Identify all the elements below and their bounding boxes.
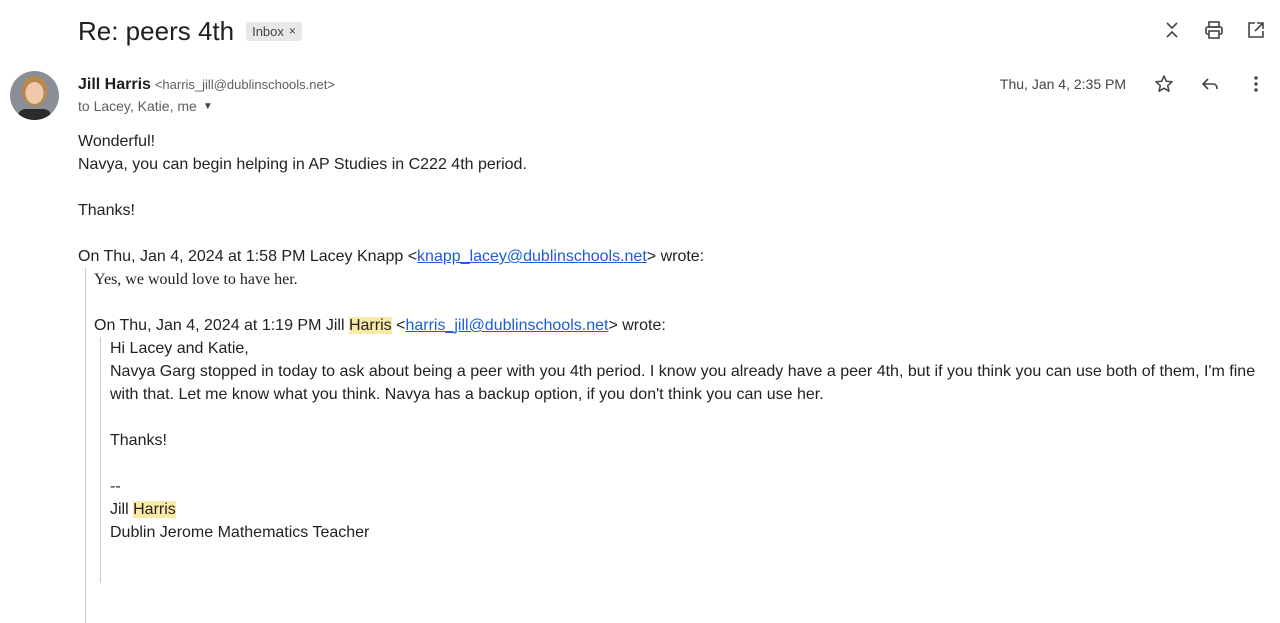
- signature-dash: --: [110, 478, 121, 495]
- more-options-icon[interactable]: [1244, 72, 1268, 96]
- quote-email-link[interactable]: harris_jill@dublinschools.net: [405, 317, 608, 334]
- signature-first: Jill: [110, 501, 134, 518]
- quote-header-text: > wrote:: [646, 248, 705, 265]
- body-line: Wonderful!: [78, 133, 156, 150]
- search-highlight: Harris: [133, 501, 176, 518]
- email-subject: Re: peers 4th: [78, 16, 235, 46]
- inbox-label-chip[interactable]: Inbox ×: [246, 21, 302, 41]
- open-new-window-icon[interactable]: [1244, 18, 1268, 42]
- sender-name[interactable]: Jill Harris: [78, 76, 151, 93]
- print-icon[interactable]: [1202, 18, 1226, 42]
- message-body: Wonderful! Navya, you can begin helping …: [78, 130, 1268, 623]
- quoted-paragraph: Navya Garg stopped in today to ask about…: [110, 363, 1256, 403]
- signature-name: Jill Harris: [110, 498, 1268, 521]
- quote-header-text: On Thu, Jan 4, 2024 at 1:19 PM Jill: [94, 317, 349, 334]
- recipients-text: to Lacey, Katie, me: [78, 98, 197, 114]
- quote-header: On Thu, Jan 4, 2024 at 1:58 PM Lacey Kna…: [78, 245, 1268, 268]
- message-actions: Thu, Jan 4, 2:35 PM: [1000, 72, 1268, 96]
- sender-email: <harris_jill@dublinschools.net>: [154, 77, 335, 92]
- sender-avatar[interactable]: [10, 71, 59, 120]
- quoted-text: Yes, we would love to have her.: [94, 271, 298, 288]
- remove-label-button[interactable]: ×: [289, 24, 296, 38]
- sender-line: Jill Harris <harris_jill@dublinschools.n…: [78, 74, 335, 95]
- thread-toolbar: [1160, 18, 1268, 42]
- search-highlight: Harris: [348, 317, 392, 334]
- inbox-label-text: Inbox: [252, 23, 284, 39]
- expand-collapse-icon[interactable]: [1160, 18, 1184, 42]
- show-details-icon[interactable]: ▼: [203, 101, 213, 112]
- recipients-line: to Lacey, Katie, me ▼: [78, 98, 213, 114]
- body-thanks: Thanks!: [78, 202, 135, 219]
- quote-email-link[interactable]: knapp_lacey@dublinschools.net: [417, 248, 647, 265]
- quoted-message: Yes, we would love to have her. On Thu, …: [85, 268, 1268, 623]
- quote-header-text: <: [391, 317, 406, 334]
- signature-title: Dublin Jerome Mathematics Teacher: [110, 524, 370, 541]
- body-line: Navya, you can begin helping in AP Studi…: [78, 156, 527, 173]
- star-icon[interactable]: [1152, 72, 1176, 96]
- quoted-thanks: Thanks!: [110, 432, 167, 449]
- nested-quote-header: On Thu, Jan 4, 2024 at 1:19 PM Jill Harr…: [94, 314, 1268, 337]
- quote-header-text: > wrote:: [608, 317, 666, 334]
- reply-icon[interactable]: [1198, 72, 1222, 96]
- message-date: Thu, Jan 4, 2:35 PM: [999, 76, 1126, 92]
- quote-header-text: On Thu, Jan 4, 2024 at 1:58 PM Lacey Kna…: [78, 248, 418, 265]
- subject-row: Re: peers 4th Inbox ×: [78, 14, 302, 48]
- nested-quoted-message: Hi Lacey and Katie, Navya Garg stopped i…: [100, 337, 1268, 583]
- quoted-greeting: Hi Lacey and Katie,: [110, 340, 249, 357]
